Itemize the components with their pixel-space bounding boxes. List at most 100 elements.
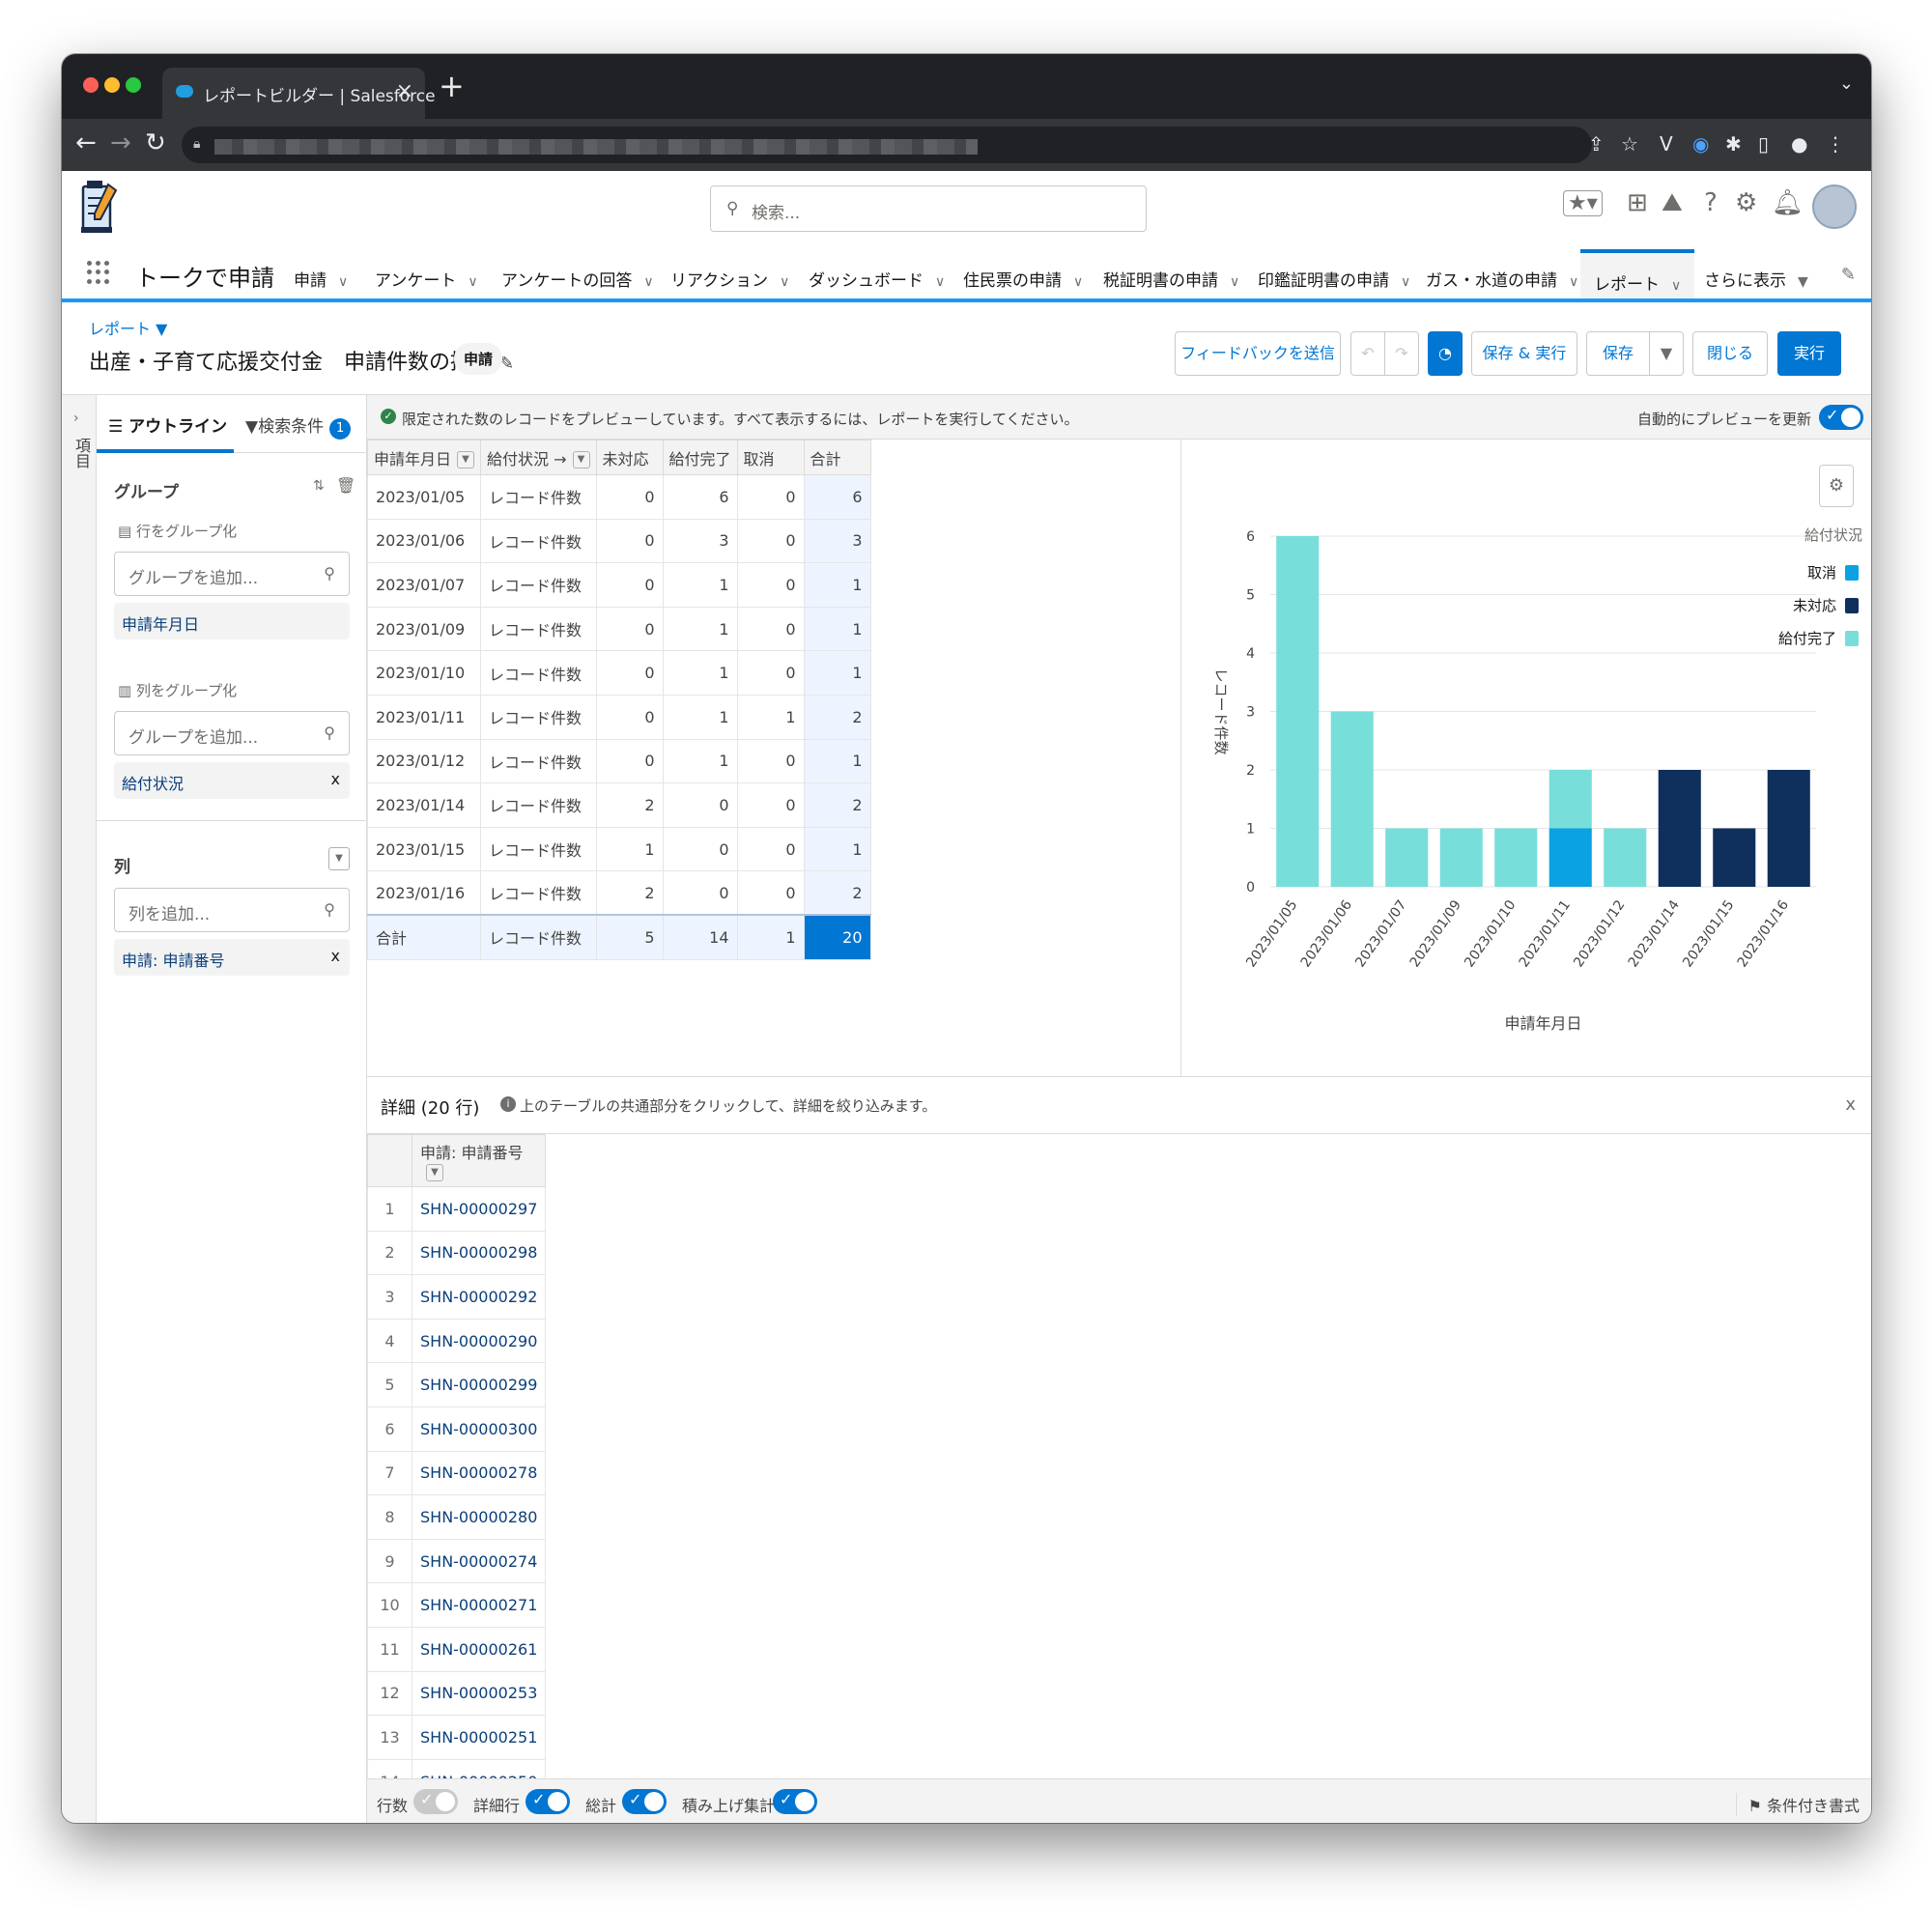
browser-tab[interactable]: レポートビルダー | Salesforce × <box>162 68 436 119</box>
summary-row[interactable]: 2023/01/14 レコード件数 2 0 0 2 <box>366 782 871 828</box>
bar-segment[interactable] <box>1548 828 1592 888</box>
undo-button[interactable]: ↶ <box>1350 331 1385 376</box>
bookmark-star-icon[interactable]: ☆ <box>1621 132 1638 156</box>
chevron-down-icon[interactable]: ∨ <box>1230 274 1239 290</box>
cancel-count-cell[interactable]: 0 <box>736 650 805 696</box>
detail-column-header[interactable]: 申請: 申請番号 ▼ <box>411 1134 547 1187</box>
save-and-run-button[interactable]: 保存 & 実行 <box>1471 331 1577 376</box>
sort-menu-icon[interactable]: ▼ <box>572 451 590 469</box>
forward-icon[interactable]: → <box>110 130 131 156</box>
application-number-link[interactable]: SHN-00000300 <box>411 1406 547 1452</box>
done-count-cell[interactable]: 1 <box>662 562 738 608</box>
aggregate-label-cell[interactable]: レコード件数 <box>480 606 597 652</box>
detail-row[interactable]: 12 SHN-00000253 <box>367 1670 547 1717</box>
cancel-count-cell[interactable]: 0 <box>736 474 805 520</box>
summary-row[interactable]: 2023/01/05 レコード件数 0 6 0 6 <box>366 474 871 520</box>
back-icon[interactable]: ← <box>75 130 97 156</box>
row-total-cell[interactable]: 2 <box>803 870 871 916</box>
bar-segment[interactable] <box>1330 711 1374 888</box>
maximize-window-button[interactable] <box>126 77 141 93</box>
grand-total-toggle[interactable]: ✓ <box>622 1789 667 1814</box>
cancel-count-cell[interactable]: 1 <box>736 694 805 740</box>
header-unhandled[interactable]: 未対応 <box>595 440 664 475</box>
help-icon[interactable]: ? <box>1704 188 1718 217</box>
nav-item-gas-water[interactable]: ガス・水道の申請 ∨ <box>1426 267 1578 291</box>
clear-groups-trash-icon[interactable]: 🗑︎ <box>336 476 355 495</box>
summary-row[interactable]: 2023/01/07 レコード件数 0 1 0 1 <box>366 562 871 608</box>
done-count-cell[interactable]: 1 <box>662 606 738 652</box>
add-column-input[interactable]: 列を追加... ⚲ <box>114 888 350 932</box>
summary-row[interactable]: 2023/01/16 レコード件数 2 0 0 2 <box>366 870 871 916</box>
browser-menu-icon[interactable]: ⋮ <box>1826 132 1845 156</box>
bar-segment[interactable] <box>1767 770 1810 887</box>
subtotals-toggle[interactable]: ✓ <box>773 1789 817 1814</box>
expand-chevron-icon[interactable]: › <box>73 411 79 426</box>
unhandled-count-cell[interactable]: 0 <box>595 738 664 784</box>
done-count-cell[interactable]: 0 <box>662 870 738 916</box>
row-count-toggle[interactable]: ✓ <box>413 1789 458 1814</box>
reload-icon[interactable]: ↻ <box>145 130 166 156</box>
chevron-down-icon[interactable]: ∨ <box>1073 274 1083 290</box>
row-total-cell[interactable]: 1 <box>803 738 871 784</box>
application-number-link[interactable]: SHN-00000297 <box>411 1186 547 1232</box>
profile-avatar-icon[interactable]: ● <box>1791 132 1807 156</box>
date-cell[interactable]: 2023/01/15 <box>366 826 482 872</box>
bar-segment[interactable] <box>1713 828 1756 888</box>
unhandled-count-cell[interactable]: 0 <box>595 606 664 652</box>
nav-item-reports[interactable]: レポート ∨ <box>1580 249 1695 298</box>
cancel-count-cell[interactable]: 0 <box>736 518 805 564</box>
nav-item-tax-cert[interactable]: 税証明書の申請 ∨ <box>1103 267 1239 291</box>
unhandled-count-cell[interactable]: 1 <box>595 826 664 872</box>
date-cell[interactable]: 2023/01/07 <box>366 562 482 608</box>
new-tab-button[interactable]: + <box>439 68 465 104</box>
detail-row[interactable]: 4 SHN-00000290 <box>367 1318 547 1364</box>
address-bar[interactable]: 🔒︎ <box>182 127 1592 163</box>
unhandled-count-cell[interactable]: 2 <box>595 782 664 828</box>
done-count-cell[interactable]: 1 <box>662 694 738 740</box>
tab-outline[interactable]: ☰ アウトライン <box>108 412 227 437</box>
date-cell[interactable]: 2023/01/11 <box>366 694 482 740</box>
chevron-down-icon[interactable]: ∨ <box>468 274 477 290</box>
application-number-link[interactable]: SHN-00000292 <box>411 1274 547 1320</box>
bar-segment[interactable] <box>1276 536 1320 887</box>
application-number-link[interactable]: SHN-00000280 <box>411 1494 547 1540</box>
chevron-down-icon[interactable]: ∨ <box>1401 274 1410 290</box>
bar-segment[interactable] <box>1494 828 1538 888</box>
column-group-pill[interactable]: 給付状況 x <box>114 762 350 799</box>
aggregate-label-cell[interactable]: レコード件数 <box>480 562 597 608</box>
chevron-down-icon[interactable]: ∨ <box>1671 278 1681 294</box>
side-panel-icon[interactable]: ▯ <box>1758 132 1769 156</box>
cancel-count-cell[interactable]: 0 <box>736 738 805 784</box>
done-count-cell[interactable]: 14 <box>662 914 738 960</box>
nav-item-shinsei[interactable]: 申請 ∨ <box>294 267 348 291</box>
application-number-link[interactable]: SHN-00000278 <box>411 1450 547 1496</box>
user-avatar[interactable] <box>1812 185 1857 229</box>
summary-row[interactable]: 2023/01/10 レコード件数 0 1 0 1 <box>366 650 871 696</box>
aggregate-label-cell[interactable]: レコード件数 <box>480 738 597 784</box>
application-number-link[interactable]: SHN-00000251 <box>411 1715 547 1760</box>
aggregate-label-cell[interactable]: レコード件数 <box>480 914 597 960</box>
detail-row[interactable]: 3 SHN-00000292 <box>367 1274 547 1320</box>
bar-segment[interactable] <box>1604 828 1647 888</box>
header-cancel[interactable]: 取消 <box>736 440 805 475</box>
date-cell[interactable]: 2023/01/10 <box>366 650 482 696</box>
header-total[interactable]: 合計 <box>803 440 871 475</box>
trailhead-icon[interactable]: ⛰︎ <box>1662 188 1683 218</box>
summary-row[interactable]: 2023/01/11 レコード件数 0 1 1 2 <box>366 694 871 740</box>
unhandled-count-cell[interactable]: 0 <box>595 518 664 564</box>
detail-row[interactable]: 11 SHN-00000261 <box>367 1626 547 1672</box>
detail-row[interactable]: 7 SHN-00000278 <box>367 1450 547 1496</box>
remove-column-icon[interactable]: x <box>331 947 340 965</box>
group-settings-icon[interactable]: ⇅ <box>313 478 325 494</box>
favorites-icon[interactable]: ★▾ <box>1563 190 1603 216</box>
puzzle-icon[interactable]: ✱ <box>1725 132 1742 156</box>
header-date[interactable]: 申請年月日 ▼ <box>366 440 482 475</box>
feedback-button[interactable]: フィードバックを送信 <box>1175 331 1341 376</box>
share-icon[interactable]: ⇪ <box>1588 132 1605 156</box>
bar-segment[interactable] <box>1658 770 1701 887</box>
cancel-count-cell[interactable]: 0 <box>736 826 805 872</box>
detail-row[interactable]: 10 SHN-00000271 <box>367 1582 547 1628</box>
aggregate-label-cell[interactable]: レコード件数 <box>480 870 597 916</box>
fields-rail[interactable]: › 項目 <box>62 395 97 1823</box>
summary-row[interactable]: 2023/01/15 レコード件数 1 0 0 1 <box>366 826 871 872</box>
